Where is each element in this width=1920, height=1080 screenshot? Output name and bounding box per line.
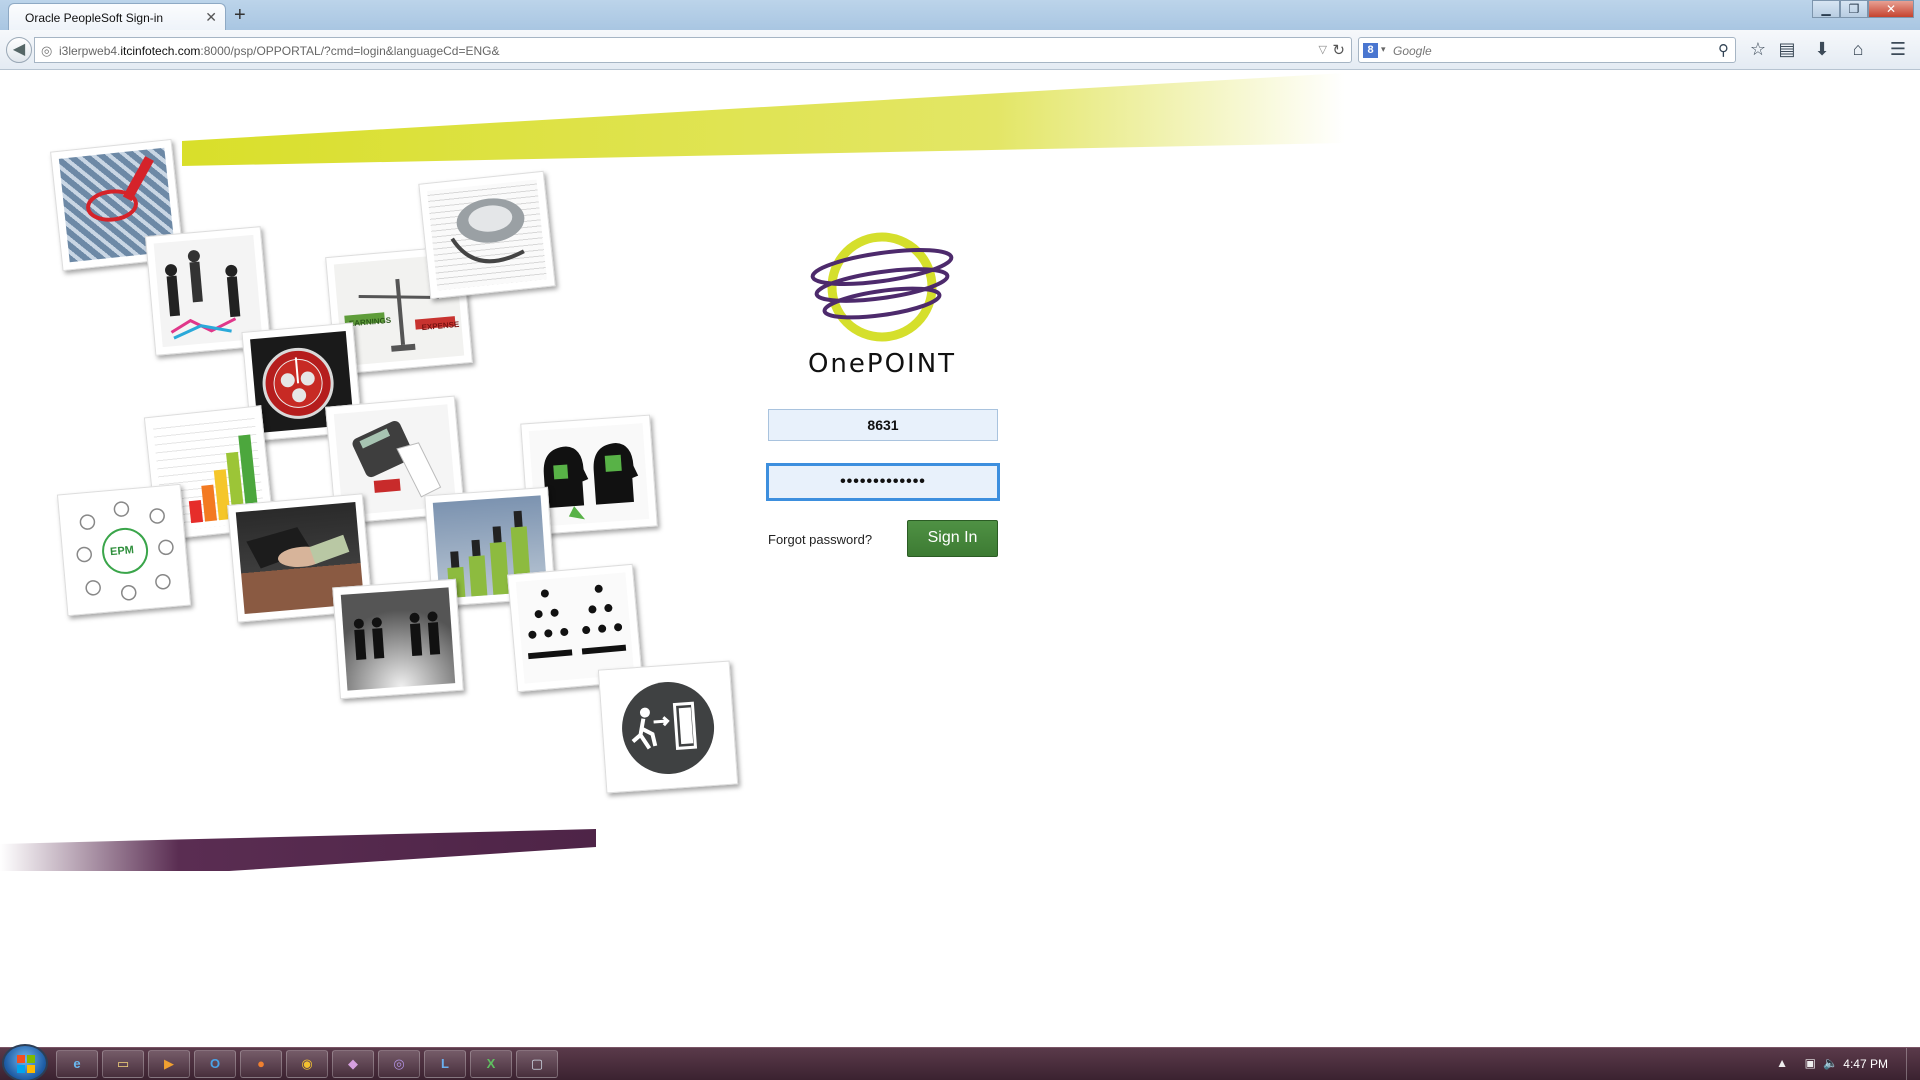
maximize-button[interactable]: ❐ — [1840, 0, 1868, 18]
media-player-icon[interactable]: ▶ — [148, 1050, 190, 1078]
system-clock[interactable]: 4:47 PM — [1843, 1057, 1888, 1071]
app-icon[interactable]: ◆ — [332, 1050, 374, 1078]
epm-label: EPM — [109, 544, 135, 559]
photo-exit-door[interactable] — [597, 660, 739, 794]
tab-title: Oracle PeopleSoft Sign-in — [25, 11, 164, 25]
search-engine-icon[interactable]: 8 — [1363, 43, 1378, 58]
url-bar[interactable]: ◎ i3lerpweb4.itcinfotech.com:8000/psp/OP… — [34, 37, 1352, 63]
photo-epm-wheel: EPM — [56, 483, 192, 617]
search-bar[interactable]: 8 ▾ Google ⚲ — [1358, 37, 1736, 63]
start-button[interactable] — [2, 1044, 48, 1080]
user-id-input[interactable]: 8631 — [768, 409, 998, 441]
password-input[interactable]: ••••••••••••• — [766, 463, 1000, 501]
show-desktop-button[interactable] — [1906, 1048, 1920, 1080]
downloads-icon[interactable]: ⬇ — [1810, 39, 1834, 60]
photo-stethoscope — [418, 170, 556, 300]
volume-muted-icon[interactable]: 🔈 — [1823, 1056, 1838, 1070]
search-icon[interactable]: ⚲ — [1718, 41, 1729, 59]
excel-icon[interactable]: X — [470, 1050, 512, 1078]
tray-expand-icon[interactable]: ▲ — [1776, 1056, 1788, 1070]
back-button[interactable]: ◀ — [6, 37, 32, 63]
explorer-icon[interactable]: ▭ — [102, 1050, 144, 1078]
close-window-button[interactable]: ✕ — [1868, 0, 1914, 18]
sign-in-button[interactable]: Sign In — [907, 520, 998, 557]
search-placeholder: Google — [1393, 44, 1432, 58]
login-page: EARNINGS EXPENSE EPM OnePOINT 8631 •••••… — [0, 71, 1920, 1047]
onepoint-logo-mark — [810, 232, 954, 342]
windows-logo-icon — [17, 1055, 35, 1073]
url-dropdown-icon[interactable]: ▽ — [1319, 43, 1327, 56]
reload-icon[interactable]: ↻ — [1332, 41, 1345, 59]
menu-icon[interactable]: ☰ — [1886, 39, 1910, 60]
app-icon-2[interactable]: ◎ — [378, 1050, 420, 1078]
bookmark-star-icon[interactable]: ☆ — [1746, 39, 1770, 60]
search-engine-dropdown-icon[interactable]: ▾ — [1381, 44, 1386, 55]
bookmarks-list-icon[interactable]: ▤ — [1775, 39, 1799, 60]
photo-people-silhouettes — [332, 578, 464, 700]
minimize-button[interactable]: ▁ — [1812, 0, 1840, 18]
onepoint-logo: OnePOINT — [790, 227, 974, 387]
tab-close-icon[interactable]: ✕ — [205, 9, 217, 26]
home-icon[interactable]: ⌂ — [1846, 39, 1870, 60]
outlook-icon[interactable]: O — [194, 1050, 236, 1078]
purple-stripe-decoration — [0, 829, 596, 871]
logo-wordmark: OnePOINT — [807, 349, 957, 379]
lync-icon[interactable]: L — [424, 1050, 466, 1078]
network-icon[interactable]: ▣ — [1805, 1056, 1816, 1070]
url-text: i3lerpweb4.itcinfotech.com:8000/psp/OPPO… — [59, 44, 500, 58]
browser-tab[interactable]: Oracle PeopleSoft Sign-in ✕ — [8, 3, 226, 31]
browser-titlebar: Oracle PeopleSoft Sign-in ✕ + ▁ ❐ ✕ — [0, 0, 1920, 31]
window-controls: ▁ ❐ ✕ — [1812, 0, 1914, 18]
ie-icon[interactable]: e — [56, 1050, 98, 1078]
forgot-password-link[interactable]: Forgot password? — [768, 532, 872, 547]
firefox-icon[interactable]: ● — [240, 1050, 282, 1078]
screen: Oracle PeopleSoft Sign-in ✕ + ▁ ❐ ✕ ◀ ◎ … — [0, 0, 1920, 1080]
site-info-icon[interactable]: ◎ — [41, 43, 52, 59]
windows-taskbar: e ▭ ▶ O ● ◉ ◆ ◎ L X ▢ ▲ ▣ 🔈 4:47 PM — [0, 1044, 1920, 1080]
new-tab-button[interactable]: + — [234, 3, 246, 27]
browser-navbar: ◀ ◎ i3lerpweb4.itcinfotech.com:8000/psp/… — [0, 30, 1920, 70]
window-icon[interactable]: ▢ — [516, 1050, 558, 1078]
chrome-icon[interactable]: ◉ — [286, 1050, 328, 1078]
